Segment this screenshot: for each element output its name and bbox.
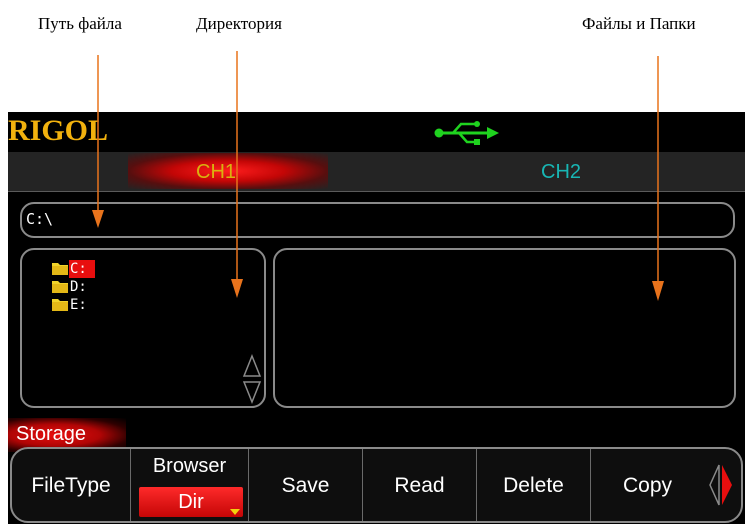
scroll-arrows-icon[interactable] (242, 354, 262, 404)
callout-file-path: Путь файла (38, 14, 122, 33)
file-path-bar: C:\ (20, 202, 735, 238)
read-softkey[interactable]: Read (362, 449, 476, 521)
instrument-screen: RIGOL CH1 CH2 C:\ C: D: E: Storage FileT… (8, 112, 745, 524)
read-label: Read (394, 474, 445, 497)
drive-label-c: C: (69, 260, 95, 278)
channel-bar: CH1 CH2 (8, 152, 745, 192)
browser-softkey[interactable]: Browser Dir (130, 449, 248, 521)
folder-icon (52, 263, 68, 275)
dropdown-caret-icon (230, 509, 240, 515)
tab-ch2[interactable]: CH2 (541, 161, 581, 183)
menu-title: Storage (16, 423, 87, 445)
usb-icon (434, 121, 499, 145)
drive-label-e: E: (70, 297, 87, 313)
next-page-arrow-icon[interactable] (709, 459, 733, 511)
callout-files-folders: Файлы и Папки (582, 14, 696, 33)
copy-label: Copy (622, 474, 673, 497)
delete-softkey[interactable]: Delete (476, 449, 590, 521)
browser-label: Browser (152, 455, 227, 477)
folder-icon (52, 299, 68, 311)
callout-directory: Директория (196, 14, 282, 33)
top-bar: RIGOL (8, 112, 745, 152)
files-folders-panel[interactable] (273, 248, 736, 408)
folder-icon (52, 281, 68, 293)
filetype-softkey[interactable]: FileType (12, 449, 130, 521)
drive-label-d: D: (70, 279, 87, 295)
save-label: Save (281, 474, 330, 497)
delete-label: Delete (503, 474, 564, 497)
tab-ch1[interactable]: CH1 (196, 161, 236, 183)
file-path-value: C:\ (26, 210, 54, 228)
directory-panel[interactable]: C: D: E: (20, 248, 266, 408)
browser-value: Dir (178, 491, 204, 513)
copy-softkey[interactable]: Copy (590, 449, 704, 521)
softkey-menu: FileType Browser Dir Save Read Delete Co… (10, 447, 743, 523)
browser-value-box[interactable]: Dir (139, 487, 243, 517)
filetype-label: FileType (31, 474, 111, 497)
rigol-logo: RIGOL (8, 114, 109, 147)
save-softkey[interactable]: Save (248, 449, 362, 521)
